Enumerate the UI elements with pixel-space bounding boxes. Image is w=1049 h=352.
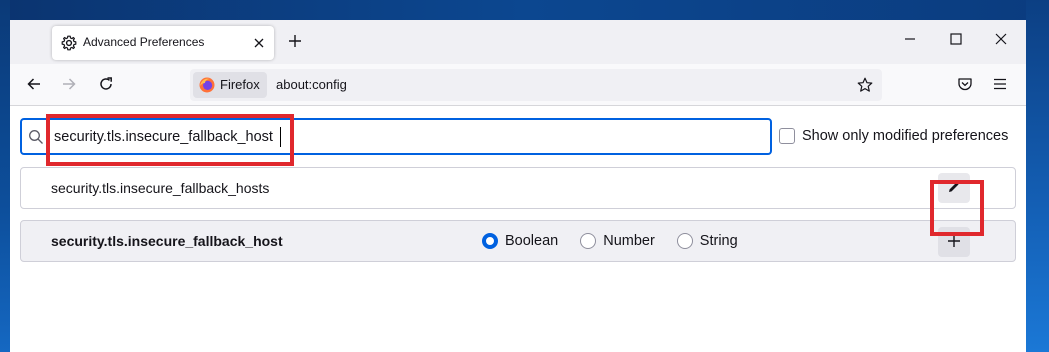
- browser-window: Advanced Preferences Firefox about:confi…: [10, 20, 1026, 352]
- identity-label: Firefox: [220, 77, 260, 92]
- desktop-background: [0, 0, 1049, 20]
- about-config-page: security.tls.insecure_fallback_host Show…: [10, 107, 1026, 352]
- type-radio-group: Boolean Number String: [482, 233, 760, 249]
- reload-icon: [98, 76, 114, 95]
- plus-icon: [288, 34, 302, 51]
- reload-button[interactable]: [94, 73, 118, 97]
- desktop-background-right: [1026, 0, 1049, 352]
- show-modified-label: Show only modified preferences: [802, 128, 1009, 144]
- star-icon[interactable]: [854, 74, 876, 96]
- forward-button[interactable]: [57, 73, 81, 97]
- preference-row[interactable]: security.tls.insecure_fallback_hosts: [20, 167, 1016, 209]
- tab-strip: Advanced Preferences: [10, 20, 1026, 64]
- edit-highlight-box: [930, 180, 984, 236]
- radio-number[interactable]: Number: [580, 233, 655, 249]
- firefox-logo-icon: [199, 77, 215, 93]
- radio-label-string: String: [699, 233, 738, 249]
- plus-icon: [947, 234, 961, 251]
- minimize-button[interactable]: [898, 28, 922, 52]
- preference-name: security.tls.insecure_fallback_hosts: [51, 180, 270, 196]
- back-arrow-icon: [26, 76, 42, 95]
- new-tab-button[interactable]: [284, 31, 306, 53]
- show-modified-checkbox[interactable]: [779, 128, 795, 144]
- minimize-icon: [904, 32, 916, 48]
- radio-button-boolean[interactable]: [482, 233, 498, 249]
- hamburger-menu-icon: [992, 76, 1008, 95]
- tab-advanced-preferences[interactable]: Advanced Preferences: [52, 26, 274, 60]
- gear-icon: [61, 35, 77, 51]
- forward-arrow-icon: [61, 76, 77, 95]
- new-preference-row: security.tls.insecure_fallback_host Bool…: [20, 220, 1016, 262]
- close-icon: [995, 32, 1007, 48]
- radio-string[interactable]: String: [676, 233, 738, 249]
- url-bar[interactable]: Firefox about:config: [190, 69, 882, 101]
- close-icon[interactable]: [250, 34, 268, 52]
- identity-box[interactable]: Firefox: [193, 72, 267, 98]
- radio-button-string[interactable]: [676, 233, 693, 249]
- tab-title: Advanced Preferences: [83, 35, 205, 49]
- search-highlight-box: [46, 114, 294, 166]
- radio-label-number: Number: [603, 233, 655, 249]
- back-button[interactable]: [22, 73, 46, 97]
- radio-boolean[interactable]: Boolean: [482, 233, 558, 249]
- desktop-background-left: [0, 0, 10, 352]
- search-icon: [28, 129, 44, 145]
- window-close-button[interactable]: [989, 28, 1013, 52]
- pocket-button[interactable]: [953, 73, 977, 97]
- navigation-toolbar: Firefox about:config: [10, 64, 1026, 106]
- maximize-button[interactable]: [944, 28, 968, 52]
- new-preference-name: security.tls.insecure_fallback_host: [51, 233, 283, 249]
- radio-label-boolean: Boolean: [505, 233, 559, 249]
- pocket-icon: [957, 76, 973, 95]
- show-modified-toggle[interactable]: Show only modified preferences: [779, 128, 1008, 144]
- maximize-icon: [950, 32, 962, 48]
- app-menu-button[interactable]: [988, 73, 1012, 97]
- radio-button-number[interactable]: [580, 233, 597, 249]
- url-text: about:config: [276, 77, 347, 92]
